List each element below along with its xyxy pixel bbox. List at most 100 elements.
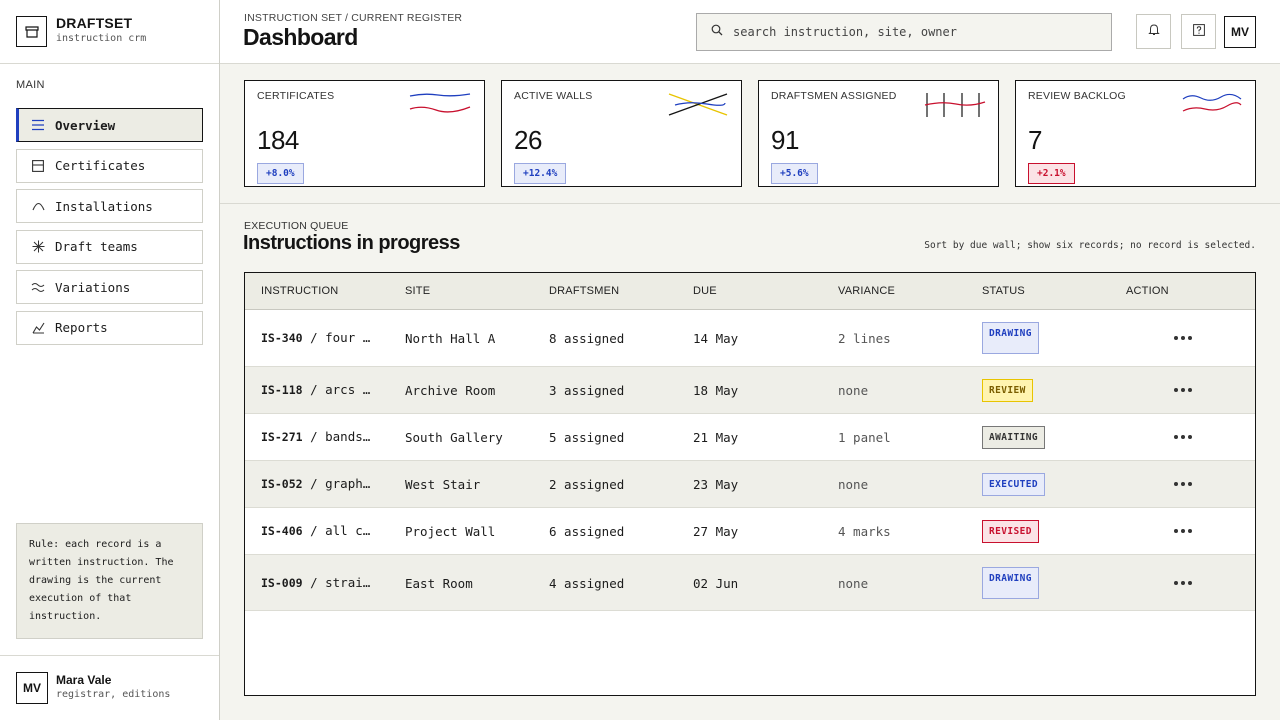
- status-badge: REVIEW: [982, 379, 1033, 402]
- kpi-card-certificates[interactable]: CERTIFICATES 184 +8.0%: [244, 80, 485, 187]
- table-row[interactable]: IS-009 / strai… East Room 4 assigned 02 …: [245, 555, 1255, 611]
- sidebar-item-label: Variations: [55, 279, 131, 295]
- asterisk-icon: [31, 240, 45, 254]
- sidebar-item-certificates[interactable]: Certificates: [16, 148, 203, 183]
- kpi-label: CERTIFICATES: [257, 90, 335, 102]
- kpi-label: ACTIVE WALLS: [514, 90, 593, 102]
- row-actions-button[interactable]: [1171, 427, 1195, 447]
- instruction-cell: IS-009 / strai…: [261, 575, 373, 590]
- sidebar-item-overview[interactable]: Overview: [16, 108, 203, 142]
- search-input[interactable]: [733, 25, 1093, 39]
- variance-cell: 4 marks: [838, 524, 891, 539]
- help-button[interactable]: [1181, 14, 1216, 49]
- more-icon: [1174, 529, 1178, 533]
- draftsmen-cell: 8 assigned: [549, 331, 625, 346]
- table-row[interactable]: IS-406 / all c… Project Wall 6 assigned …: [245, 508, 1255, 555]
- more-icon: [1174, 336, 1178, 340]
- kpi-card-draftsmen-assigned[interactable]: DRAFTSMEN ASSIGNED 91 +5.6%: [758, 80, 999, 187]
- instruction-id: IS-052: [261, 477, 303, 491]
- instructions-table: INSTRUCTION SITE DRAFTSMEN DUE VARIANCE …: [244, 272, 1256, 696]
- variance-cell: none: [838, 383, 869, 398]
- site-cell: South Gallery: [405, 430, 503, 445]
- sidebar-item-label: Certificates: [55, 158, 146, 174]
- draftsmen-cell: 6 assigned: [549, 524, 625, 539]
- kpi-value: 26: [514, 125, 542, 155]
- notifications-button[interactable]: [1136, 14, 1171, 49]
- more-icon: [1174, 482, 1178, 486]
- sidebar-item-label: Reports: [55, 320, 108, 336]
- column-header-instruction[interactable]: INSTRUCTION: [261, 285, 338, 297]
- table-header: INSTRUCTION SITE DRAFTSMEN DUE VARIANCE …: [245, 273, 1255, 310]
- sidebar-item-installations[interactable]: Installations: [16, 189, 203, 224]
- instruction-text: / four …: [310, 330, 371, 345]
- crossed-lines-icon: [668, 93, 728, 116]
- arch-icon: [31, 199, 45, 213]
- variance-cell: none: [838, 477, 869, 492]
- sparkline-icon: [1182, 93, 1242, 112]
- kpi-delta: +12.4%: [514, 163, 567, 184]
- site-cell: Project Wall: [405, 524, 496, 539]
- status-badge: DRAWING: [982, 567, 1039, 599]
- user-name: Mara Vale: [56, 673, 112, 687]
- search-box[interactable]: [696, 13, 1112, 51]
- due-cell: 21 May: [693, 430, 739, 445]
- site-cell: East Room: [405, 576, 473, 591]
- column-header-variance[interactable]: VARIANCE: [838, 285, 895, 297]
- table-row[interactable]: IS-340 / four … North Hall A 8 assigned …: [245, 310, 1255, 367]
- draftsmen-cell: 4 assigned: [549, 576, 625, 591]
- section-title: Instructions in progress: [243, 232, 460, 254]
- row-actions-button[interactable]: [1171, 380, 1195, 400]
- sparkline-icon: [409, 93, 471, 113]
- kpi-delta: +8.0%: [257, 163, 304, 184]
- page-title: Dashboard: [243, 24, 358, 50]
- bell-icon: [1147, 23, 1160, 41]
- site-cell: Archive Room: [405, 383, 496, 398]
- more-icon: [1174, 581, 1178, 585]
- user-role: registrar, editions: [56, 689, 171, 700]
- status-badge: DRAWING: [982, 322, 1039, 354]
- row-actions-button[interactable]: [1171, 328, 1195, 348]
- column-header-status[interactable]: STATUS: [982, 285, 1025, 297]
- help-icon: [1192, 23, 1205, 41]
- table-row[interactable]: IS-271 / bands… South Gallery 5 assigned…: [245, 414, 1255, 461]
- instruction-id: IS-406: [261, 524, 303, 538]
- draftsmen-cell: 2 assigned: [549, 477, 625, 492]
- table-row[interactable]: IS-118 / arcs … Archive Room 3 assigned …: [245, 367, 1255, 414]
- kpi-label: REVIEW BACKLOG: [1028, 90, 1126, 102]
- avatar[interactable]: MV: [16, 672, 48, 704]
- column-header-due[interactable]: DUE: [693, 285, 717, 297]
- table-row[interactable]: IS-052 / graph… West Stair 2 assigned 23…: [245, 461, 1255, 508]
- sidebar-item-label: Installations: [55, 198, 153, 214]
- kpi-delta: +5.6%: [771, 163, 818, 184]
- kpi-card-active-walls[interactable]: ACTIVE WALLS 26 +12.4%: [501, 80, 742, 187]
- instruction-cell: IS-340 / four …: [261, 330, 373, 345]
- row-actions-button[interactable]: [1171, 521, 1195, 541]
- kpi-value: 184: [257, 125, 299, 155]
- due-cell: 27 May: [693, 524, 739, 539]
- user-profile[interactable]: MV Mara Vale registrar, editions: [0, 655, 219, 720]
- sidebar-item-draft-teams[interactable]: Draft teams: [16, 229, 203, 264]
- instruction-cell: IS-271 / bands…: [261, 429, 373, 444]
- search-icon: [711, 23, 723, 41]
- kpi-card-review-backlog[interactable]: REVIEW BACKLOG 7 +2.1%: [1015, 80, 1256, 187]
- avatar[interactable]: MV: [1224, 16, 1256, 48]
- status-badge: AWAITING: [982, 426, 1045, 449]
- kpi-value: 7: [1028, 125, 1042, 155]
- kpi-value: 91: [771, 125, 799, 155]
- sidebar-item-reports[interactable]: Reports: [16, 310, 203, 345]
- row-actions-button[interactable]: [1171, 573, 1195, 593]
- row-actions-button[interactable]: [1171, 474, 1195, 494]
- more-icon: [1174, 435, 1178, 439]
- chart-icon: [31, 321, 45, 335]
- brand-logo-icon[interactable]: [16, 16, 47, 47]
- instruction-id: IS-340: [261, 331, 303, 345]
- brand: DRAFTSET instruction crm: [0, 0, 219, 64]
- section-eyebrow: EXECUTION QUEUE: [244, 220, 349, 232]
- column-header-draftsmen[interactable]: DRAFTSMEN: [549, 285, 619, 297]
- sidebar-item-variations[interactable]: Variations: [16, 270, 203, 305]
- kpi-strip: CERTIFICATES 184 +8.0% ACTIVE WALLS 26 +…: [220, 64, 1280, 204]
- column-header-site[interactable]: SITE: [405, 285, 430, 297]
- instruction-text: / strai…: [310, 575, 371, 590]
- tally-icon: [924, 93, 986, 117]
- sidebar-item-label: Draft teams: [55, 239, 138, 255]
